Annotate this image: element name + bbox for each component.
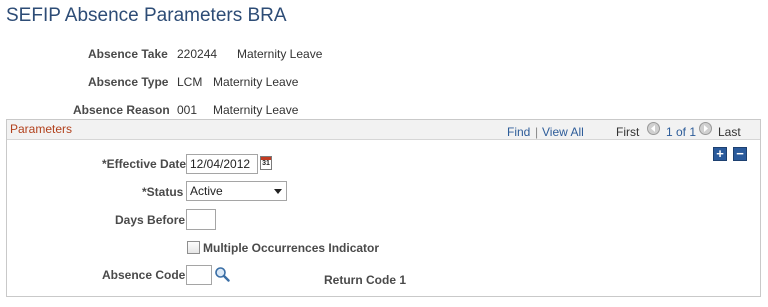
days-before-field[interactable]	[186, 209, 216, 230]
nav-separator: |	[535, 125, 539, 139]
add-row-button[interactable]: +	[713, 147, 727, 161]
delete-row-button[interactable]: −	[733, 147, 747, 161]
absence-reason-code: 001	[177, 103, 198, 117]
calendar-icon[interactable]: 31	[260, 156, 272, 170]
parameters-title: Parameters	[10, 122, 73, 136]
left-arrow-icon[interactable]	[647, 122, 660, 135]
absence-code-field[interactable]	[186, 265, 212, 285]
absence-code-label: Absence Code	[102, 268, 186, 282]
absence-take-description: Maternity Leave	[237, 47, 323, 61]
status-label: *Status	[142, 185, 184, 199]
chevron-down-icon	[274, 189, 282, 194]
absence-take-code: 220244	[177, 47, 218, 61]
find-link[interactable]: Find	[507, 125, 530, 139]
days-before-label: Days Before	[115, 213, 186, 227]
status-select[interactable]: Active	[186, 181, 287, 201]
calendar-glyph: 31	[262, 160, 270, 167]
view-all-link[interactable]: View All	[542, 125, 584, 139]
first-label: First	[616, 125, 640, 139]
absence-take-label: Absence Take	[88, 47, 168, 61]
absence-type-description: Maternity Leave	[213, 75, 299, 89]
status-value: Active	[190, 184, 223, 198]
right-arrow-icon[interactable]	[699, 122, 712, 135]
multiple-occurrences-label: Multiple Occurrences Indicator	[203, 241, 380, 255]
effective-date-label: *Effective Date	[102, 157, 187, 171]
absence-reason-label: Absence Reason	[73, 103, 170, 117]
return-code-label: Return Code 1	[324, 273, 407, 287]
last-label: Last	[718, 125, 741, 139]
absence-reason-description: Maternity Leave	[213, 103, 299, 117]
absence-type-code: LCM	[177, 75, 203, 89]
row-range: 1 of 1	[666, 125, 697, 139]
absence-type-label: Absence Type	[88, 75, 169, 89]
multiple-occurrences-checkbox[interactable]	[187, 241, 200, 254]
magnifier-icon[interactable]	[214, 266, 230, 282]
effective-date-field[interactable]	[186, 154, 258, 174]
page-title: SEFIP Absence Parameters BRA	[6, 5, 287, 26]
